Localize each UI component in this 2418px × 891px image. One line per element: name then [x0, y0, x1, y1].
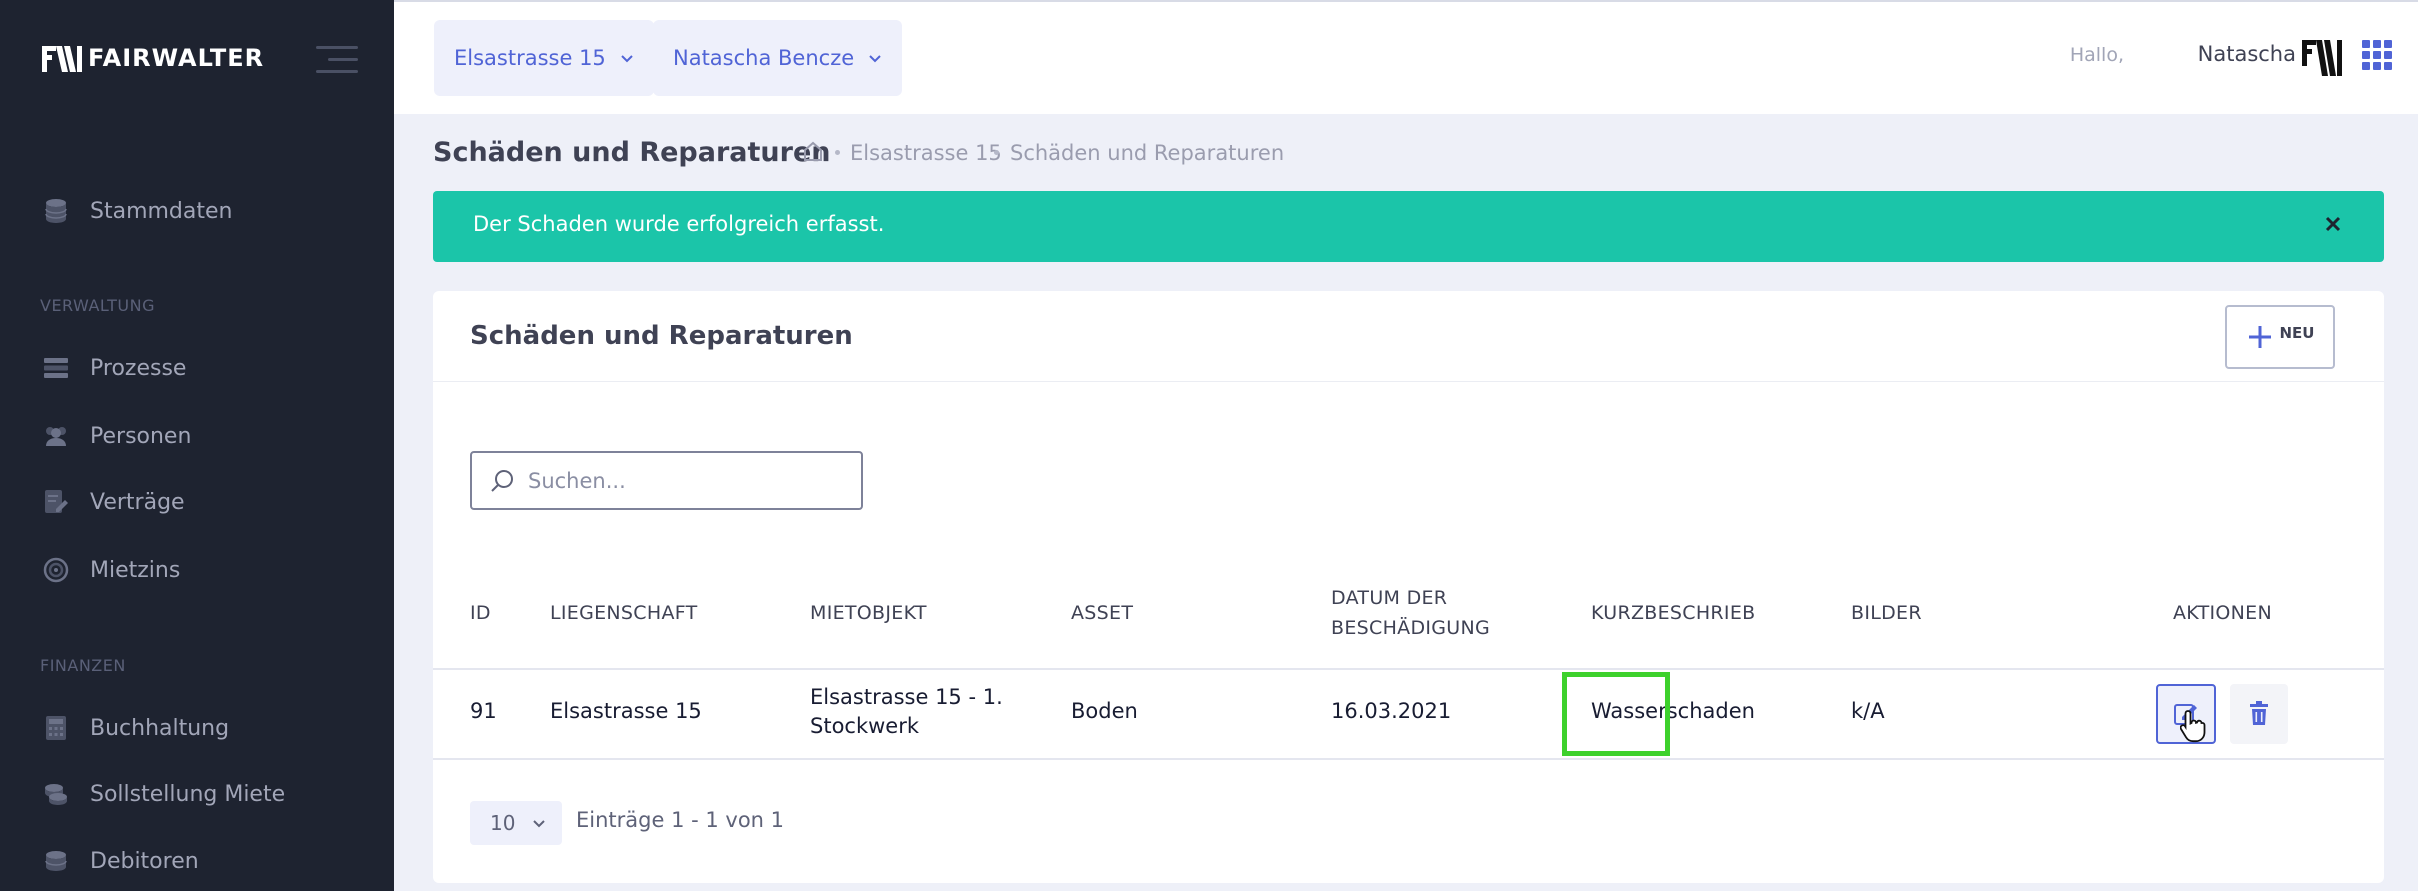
sidebar-item-label: Buchhaltung — [90, 715, 230, 741]
cell-id: 91 — [470, 699, 497, 723]
breadcrumb-item[interactable]: Schäden und Reparaturen — [1010, 141, 1284, 165]
person-selector-label: Natascha Bencze — [673, 46, 855, 70]
cell-liegenschaft: Elsastrasse 15 — [550, 699, 702, 723]
sidebar-item-stammdaten[interactable]: Stammdaten — [40, 193, 232, 229]
sidebar-item-label: Debitoren — [90, 848, 199, 874]
sidebar-item-vertraege[interactable]: Verträge — [40, 484, 185, 520]
cell-datum: 16.03.2021 — [1331, 699, 1452, 723]
close-icon[interactable] — [2322, 213, 2344, 235]
column-header-datum[interactable]: DATUM DER BESCHÄDIGUNG — [1331, 583, 1490, 643]
sidebar-item-label: Prozesse — [90, 355, 187, 381]
sidebar-section-finanzen: FINANZEN — [40, 656, 126, 675]
column-header-asset[interactable]: ASSET — [1071, 598, 1133, 628]
user-name[interactable]: Natascha — [2198, 42, 2296, 66]
page-title: Schäden und Reparaturen — [433, 137, 831, 168]
sidebar-item-buchhaltung[interactable]: Buchhaltung — [40, 710, 229, 746]
new-button-label: NEU — [2279, 324, 2315, 342]
database-icon — [40, 195, 72, 227]
brand-logo[interactable]: FAIRWALTER — [42, 42, 264, 74]
cell-bilder: k/A — [1851, 699, 1885, 723]
column-header-aktionen: AKTIONEN — [2173, 602, 2272, 624]
coins-stack-icon — [40, 845, 72, 877]
breadcrumb-separator — [994, 150, 999, 155]
search-icon — [491, 469, 513, 492]
brand-name: FAIRWALTER — [88, 44, 265, 72]
sidebar-item-prozesse[interactable]: Prozesse — [40, 350, 186, 386]
server-icon — [40, 352, 72, 384]
edit-button-highlight — [1562, 672, 1670, 756]
success-alert: Der Schaden wurde erfolgreich erfasst. — [433, 191, 2384, 262]
sidebar-item-debitoren[interactable]: Debitoren — [40, 843, 199, 879]
breadcrumb-item[interactable]: Elsastrasse 15 — [850, 141, 1002, 165]
new-damage-button[interactable]: NEU — [2225, 305, 2335, 369]
users-icon — [40, 420, 72, 452]
topbar: Elsastrasse 15 Natascha Bencze Hallo, Na… — [394, 0, 2418, 114]
breadcrumb-separator — [835, 150, 840, 155]
sidebar-item-label: Mietzins — [90, 557, 181, 583]
coin-target-icon — [40, 554, 72, 586]
sidebar-item-personen[interactable]: Personen — [40, 418, 191, 454]
sidebar-item-label: Sollstellung Miete — [90, 781, 286, 807]
sidebar-toggle-button[interactable] — [316, 46, 358, 74]
fairwalter-logo-icon — [42, 46, 82, 72]
chevron-down-icon — [533, 820, 545, 828]
delete-button[interactable] — [2230, 684, 2288, 744]
search-input[interactable] — [528, 468, 828, 493]
page-size-select[interactable]: 10 — [470, 801, 562, 845]
sidebar-item-label: Verträge — [90, 489, 185, 515]
column-header-mietobjekt[interactable]: MIETOBJEKT — [810, 598, 927, 628]
cell-mietobjekt-line2: Stockwerk — [810, 714, 920, 738]
column-header-liegenschaft[interactable]: LIEGENSCHAFT — [550, 598, 698, 628]
property-selector-label: Elsastrasse 15 — [454, 46, 606, 70]
column-header-datum-line1: DATUM DER — [1331, 587, 1448, 609]
table-row-divider — [433, 758, 2384, 760]
person-selector[interactable]: Natascha Bencze — [653, 20, 903, 96]
cell-mietobjekt-line1: Elsastrasse 15 - 1. — [810, 685, 1003, 709]
trash-icon — [2250, 701, 2268, 725]
card-title: Schäden und Reparaturen — [470, 321, 853, 351]
column-header-datum-line2: BESCHÄDIGUNG — [1331, 617, 1491, 639]
sidebar-item-mietzins[interactable]: Mietzins — [40, 552, 180, 588]
calculator-icon — [40, 712, 72, 744]
sidebar-item-sollstellung-miete[interactable]: Sollstellung Miete — [40, 776, 285, 812]
search-box[interactable] — [470, 451, 863, 510]
cell-mietobjekt: Elsastrasse 15 - 1. Stockwerk — [810, 683, 1003, 741]
entries-info: Einträge 1 - 1 von 1 — [576, 808, 785, 832]
page-size-value: 10 — [490, 811, 516, 835]
greeting-text: Hallo, — [2069, 44, 2124, 66]
contract-edit-icon — [40, 486, 72, 518]
chevron-down-icon — [621, 55, 633, 63]
damages-card: Schäden und Reparaturen NEU ID LIEGENSCH… — [433, 291, 2384, 883]
sidebar-section-verwaltung: VERWALTUNG — [40, 296, 155, 315]
chevron-down-icon — [869, 55, 881, 63]
property-selector[interactable]: Elsastrasse 15 — [434, 20, 654, 96]
table-header-divider — [433, 668, 2384, 670]
user-avatar-icon[interactable] — [2300, 36, 2344, 80]
cell-asset: Boden — [1071, 699, 1138, 723]
column-header-kurzbeschrieb[interactable]: KURZBESCHRIEB — [1591, 598, 1755, 628]
home-icon[interactable] — [802, 140, 824, 162]
sidebar: FAIRWALTER Stammdaten VERWALTUNG Prozess… — [0, 0, 394, 891]
cursor-hand-icon — [2180, 710, 2206, 743]
column-header-bilder[interactable]: BILDER — [1851, 598, 1922, 628]
sidebar-item-label: Stammdaten — [90, 198, 233, 224]
plus-icon — [2248, 326, 2271, 348]
sidebar-item-label: Personen — [90, 423, 192, 449]
alert-message: Der Schaden wurde erfolgreich erfasst. — [473, 212, 885, 236]
apps-grid-icon[interactable] — [2362, 40, 2392, 70]
card-divider — [433, 381, 2384, 382]
column-header-id[interactable]: ID — [470, 598, 491, 628]
coins-icon — [40, 778, 72, 810]
